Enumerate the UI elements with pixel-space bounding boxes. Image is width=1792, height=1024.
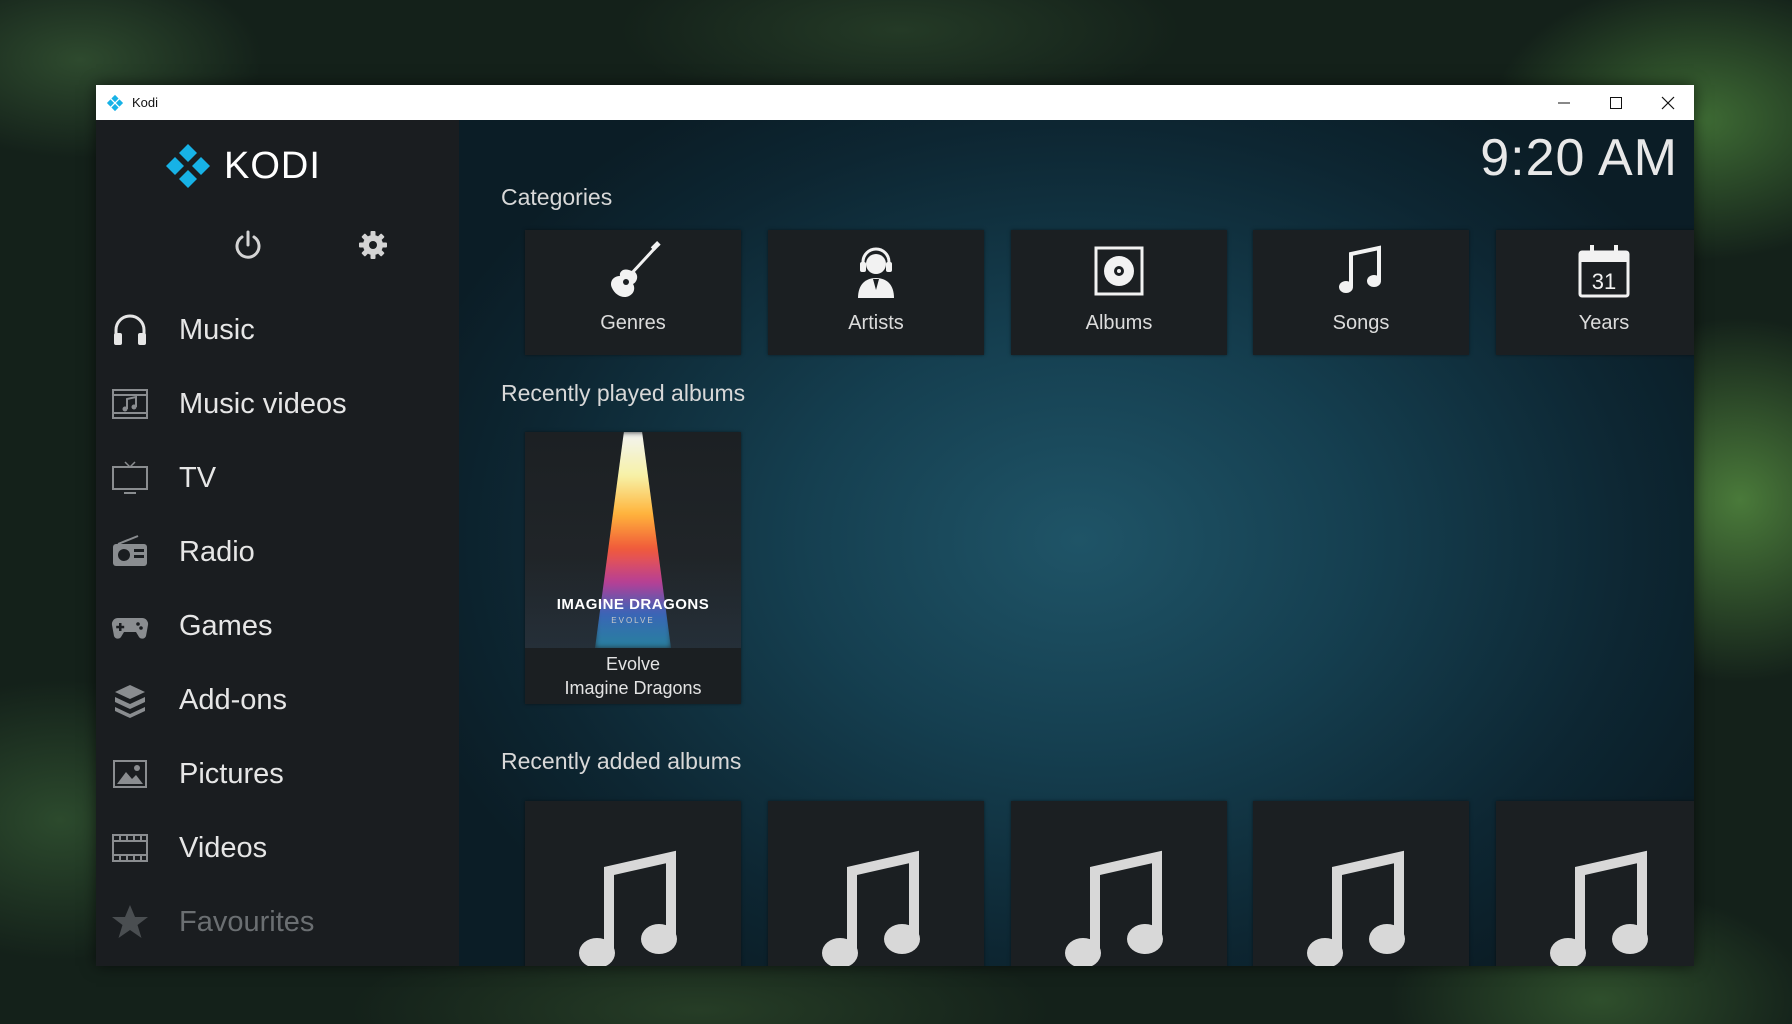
- close-button[interactable]: [1642, 85, 1694, 120]
- menu-item-addons[interactable]: Add-ons: [96, 663, 459, 737]
- menu-label: Games: [179, 609, 273, 642]
- brand-name: KODI: [224, 144, 321, 187]
- recent-album[interactable]: [1011, 801, 1227, 966]
- category-label: Albums: [1085, 312, 1153, 334]
- category-years[interactable]: 31 Years: [1496, 230, 1694, 355]
- album-art-band: IMAGINE DRAGONS: [556, 596, 710, 613]
- recent-album[interactable]: [1496, 801, 1694, 966]
- settings-button[interactable]: [353, 225, 393, 265]
- menu-item-videos[interactable]: Videos: [96, 811, 459, 885]
- menu-item-radio[interactable]: Radio: [96, 515, 459, 589]
- artist-icon: [768, 240, 984, 306]
- music-note-icon: [1307, 850, 1405, 966]
- clock: 9:20 AM: [1480, 129, 1678, 187]
- kodi-window: Kodi KODI Music Music videos TV Radio Ga…: [96, 85, 1694, 966]
- kodi-brand: KODI: [164, 142, 321, 190]
- kodi-app: KODI Music Music videos TV Radio Games A…: [96, 120, 1694, 966]
- main-menu: Music Music videos TV Radio Games Add-on…: [96, 293, 459, 959]
- category-genres[interactable]: Genres: [525, 230, 741, 355]
- menu-item-music[interactable]: Music: [96, 293, 459, 367]
- menu-label: TV: [179, 461, 217, 494]
- album-art: IMAGINE DRAGONS EVOLVE: [525, 432, 741, 648]
- calendar-icon: 31: [1496, 240, 1694, 306]
- power-button[interactable]: [228, 225, 268, 265]
- calendar-icon-text: 31: [1592, 269, 1616, 294]
- album-evolve[interactable]: IMAGINE DRAGONS EVOLVE Evolve Imagine Dr…: [525, 432, 741, 704]
- categories-title: Categories: [501, 184, 613, 210]
- addons-icon: [108, 678, 152, 722]
- menu-label: Music: [179, 313, 255, 346]
- maximize-button[interactable]: [1590, 85, 1642, 120]
- picture-icon: [108, 752, 152, 796]
- music-video-icon: [108, 382, 152, 426]
- maximize-icon: [1610, 96, 1622, 109]
- recent-album[interactable]: [768, 801, 984, 966]
- sidebar: KODI Music Music videos TV Radio Games A…: [96, 120, 459, 966]
- window-controls: [1538, 85, 1694, 120]
- category-label: Genres: [600, 312, 666, 334]
- category-songs[interactable]: Songs: [1253, 230, 1469, 355]
- gamepad-icon: [108, 604, 152, 648]
- main-content: 9:20 AM Categories Genres Artists Albums: [459, 120, 1694, 966]
- title-bar[interactable]: Kodi: [96, 85, 1694, 120]
- tv-icon: [108, 456, 152, 500]
- category-label: Years: [1578, 312, 1630, 334]
- album-artist: Imagine Dragons: [564, 678, 702, 698]
- recently-added-title: Recently added albums: [501, 748, 742, 774]
- menu-label: Music videos: [179, 387, 347, 420]
- album-art-subtitle: EVOLVE: [611, 616, 655, 625]
- gear-icon: [359, 231, 387, 259]
- film-icon: [108, 826, 152, 870]
- kodi-logo-icon: [166, 144, 210, 188]
- album-title: Evolve: [605, 654, 661, 674]
- music-note-icon: [1550, 850, 1648, 966]
- music-note-icon: [579, 850, 677, 966]
- menu-item-pictures[interactable]: Pictures: [96, 737, 459, 811]
- category-label: Songs: [1332, 312, 1390, 334]
- album-icon: [1011, 240, 1227, 306]
- music-note-icon: [822, 850, 920, 966]
- category-label: Artists: [848, 312, 904, 334]
- music-note-icon: [1065, 850, 1163, 966]
- recent-album[interactable]: [1253, 801, 1469, 966]
- minimize-button[interactable]: [1538, 85, 1590, 120]
- menu-label: Add-ons: [179, 683, 288, 716]
- menu-item-favourites[interactable]: Favourites: [96, 885, 459, 959]
- menu-label: Radio: [179, 535, 255, 568]
- menu-label: Favourites: [179, 905, 315, 938]
- guitar-icon: [525, 240, 741, 306]
- power-icon: [235, 230, 261, 259]
- menu-label: Pictures: [179, 757, 284, 790]
- radio-icon: [108, 530, 152, 574]
- menu-item-music-videos[interactable]: Music videos: [96, 367, 459, 441]
- recently-played-title: Recently played albums: [501, 380, 746, 406]
- menu-item-tv[interactable]: TV: [96, 441, 459, 515]
- category-artists[interactable]: Artists: [768, 230, 984, 355]
- star-icon: [108, 900, 152, 944]
- menu-label: Videos: [179, 831, 268, 864]
- menu-item-games[interactable]: Games: [96, 589, 459, 663]
- close-icon: [1661, 96, 1675, 109]
- recent-album[interactable]: [525, 801, 741, 966]
- window-title: Kodi: [132, 95, 159, 110]
- kodi-app-icon: [106, 94, 124, 111]
- headphones-icon: [108, 308, 152, 352]
- music-note-icon: [1253, 240, 1469, 306]
- category-albums[interactable]: Albums: [1011, 230, 1227, 355]
- minimize-icon: [1558, 102, 1570, 103]
